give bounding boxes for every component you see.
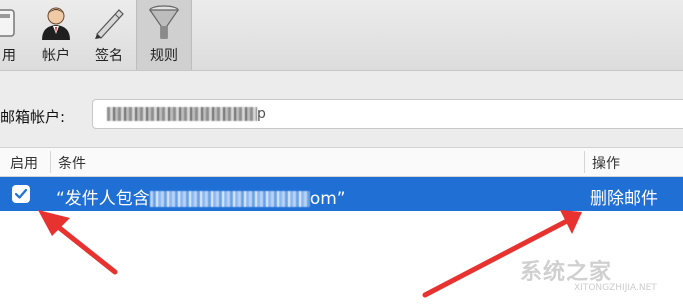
left-arrow-icon bbox=[38, 210, 118, 275]
watermark-url: XITONGZHIJIA.NET bbox=[574, 283, 657, 293]
watermark: 系统之家 bbox=[520, 260, 613, 285]
